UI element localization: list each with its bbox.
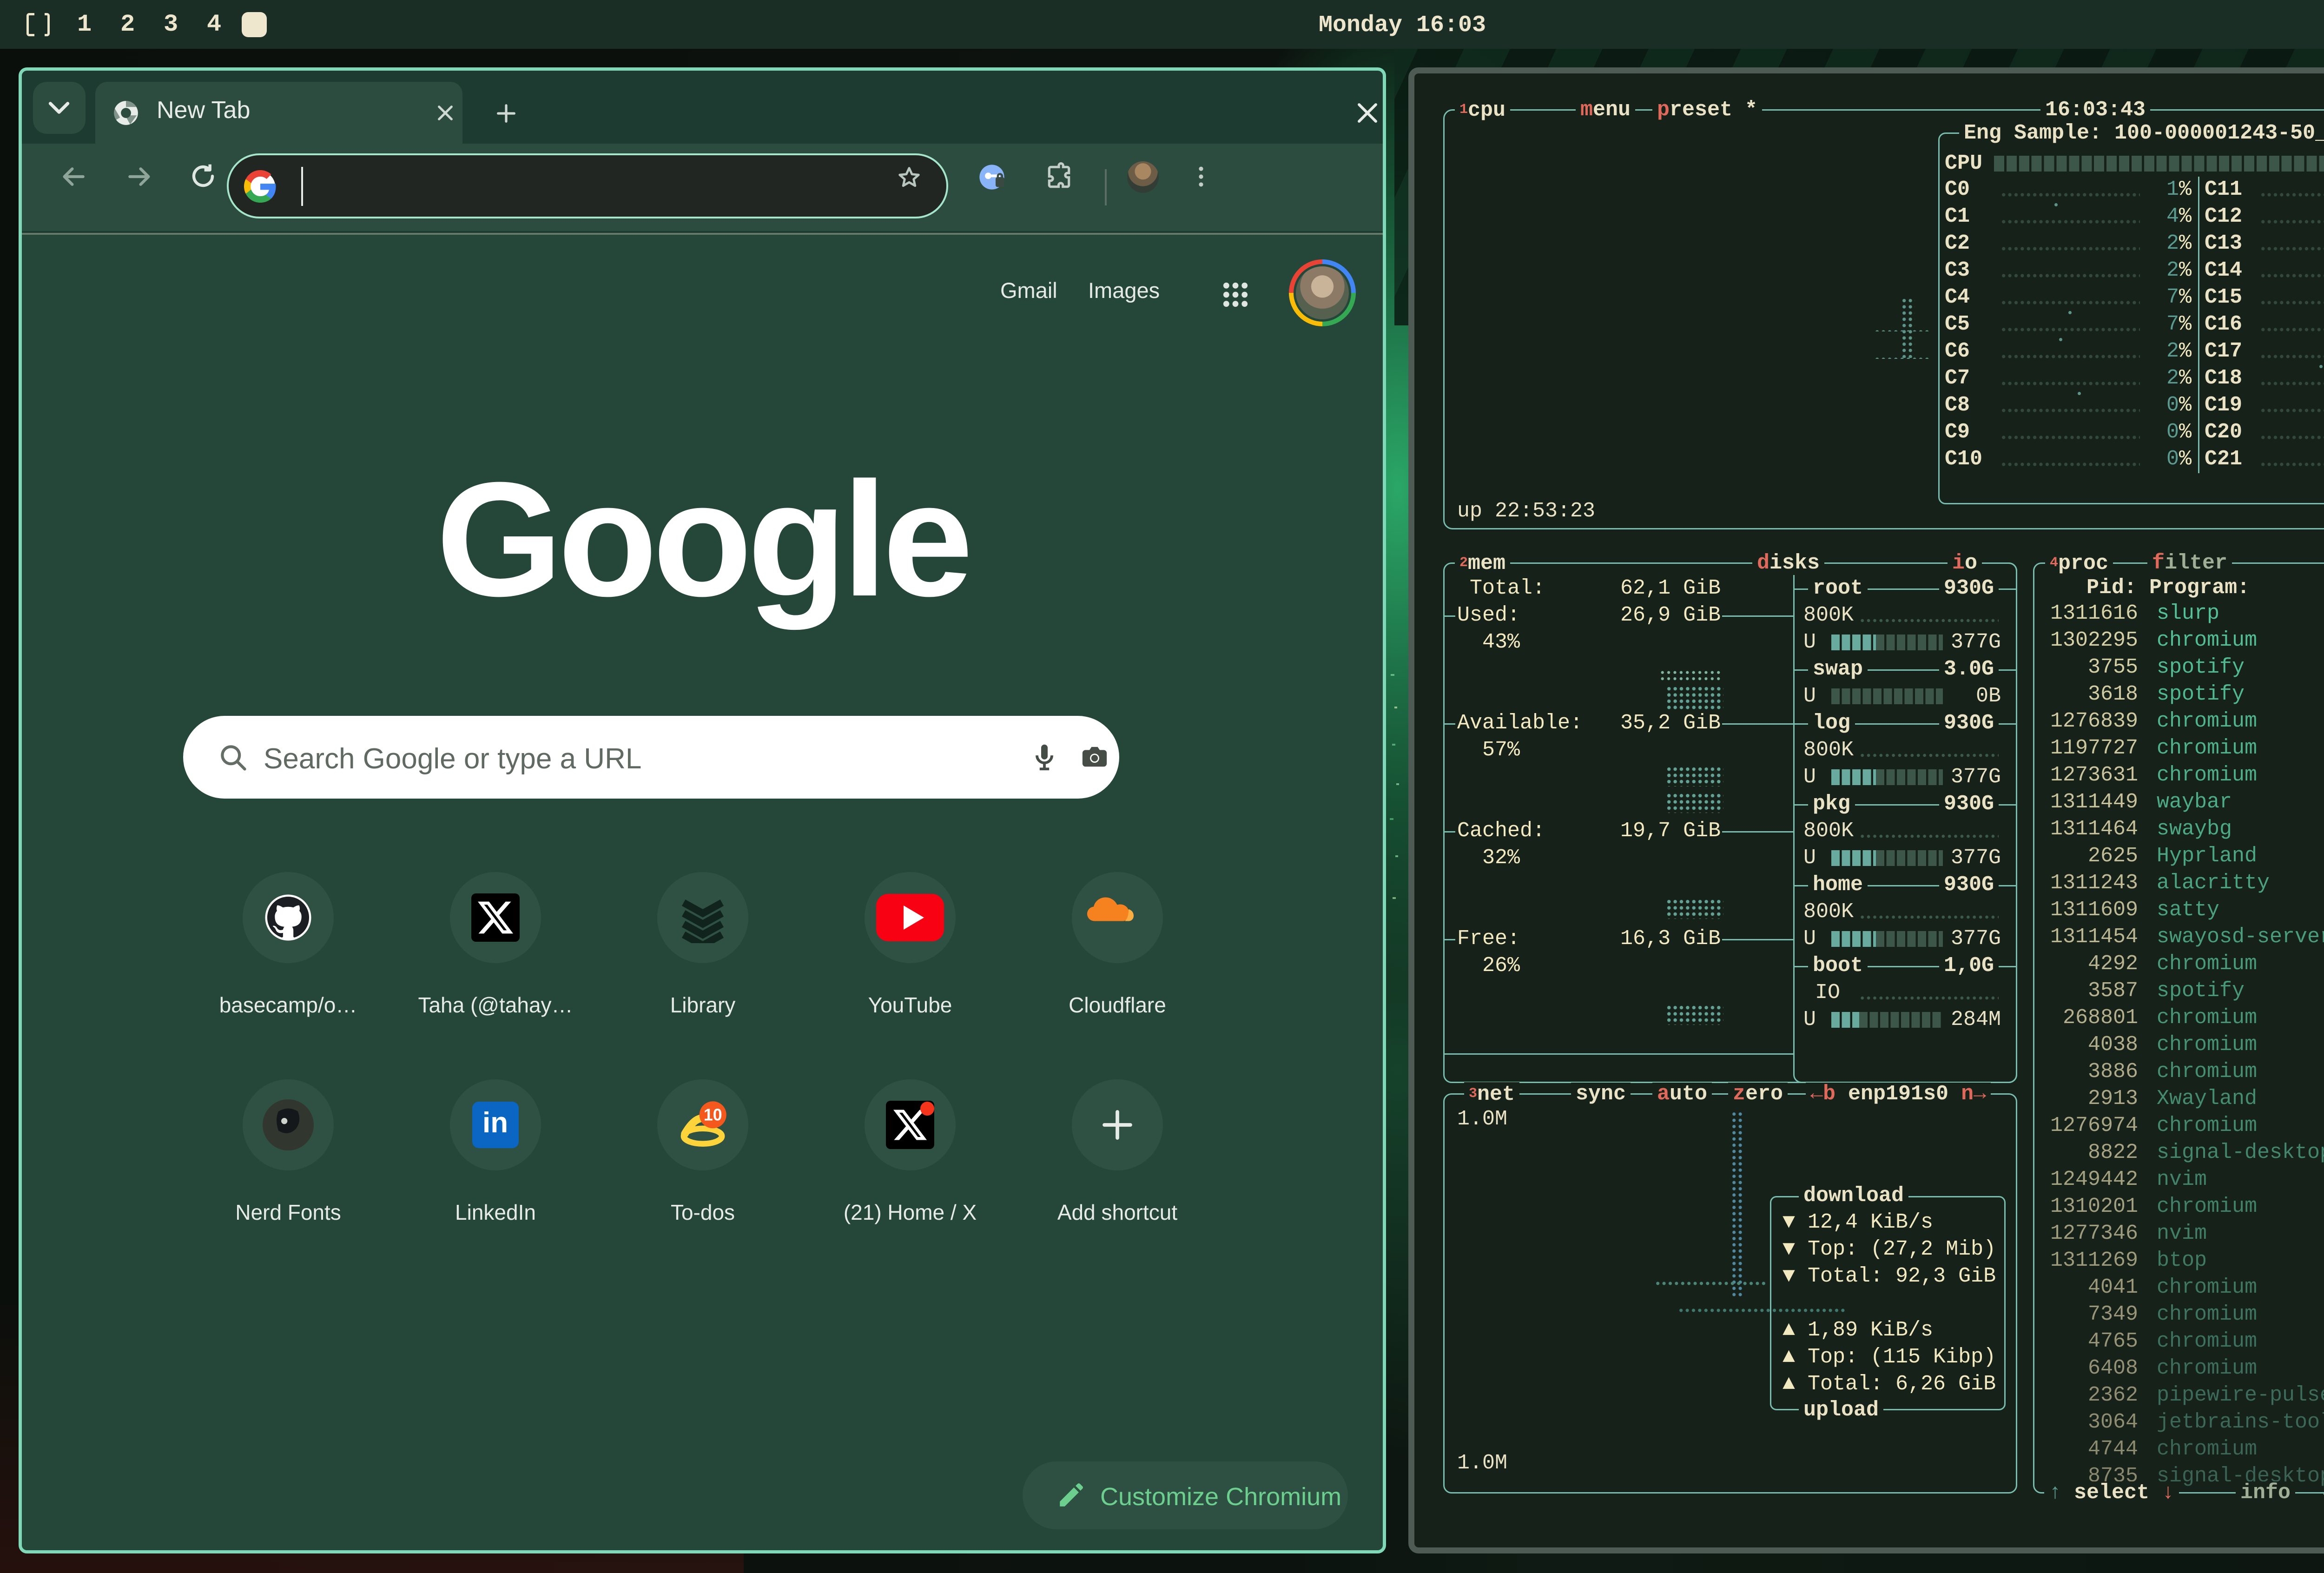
svg-text:10: 10	[704, 1105, 722, 1124]
